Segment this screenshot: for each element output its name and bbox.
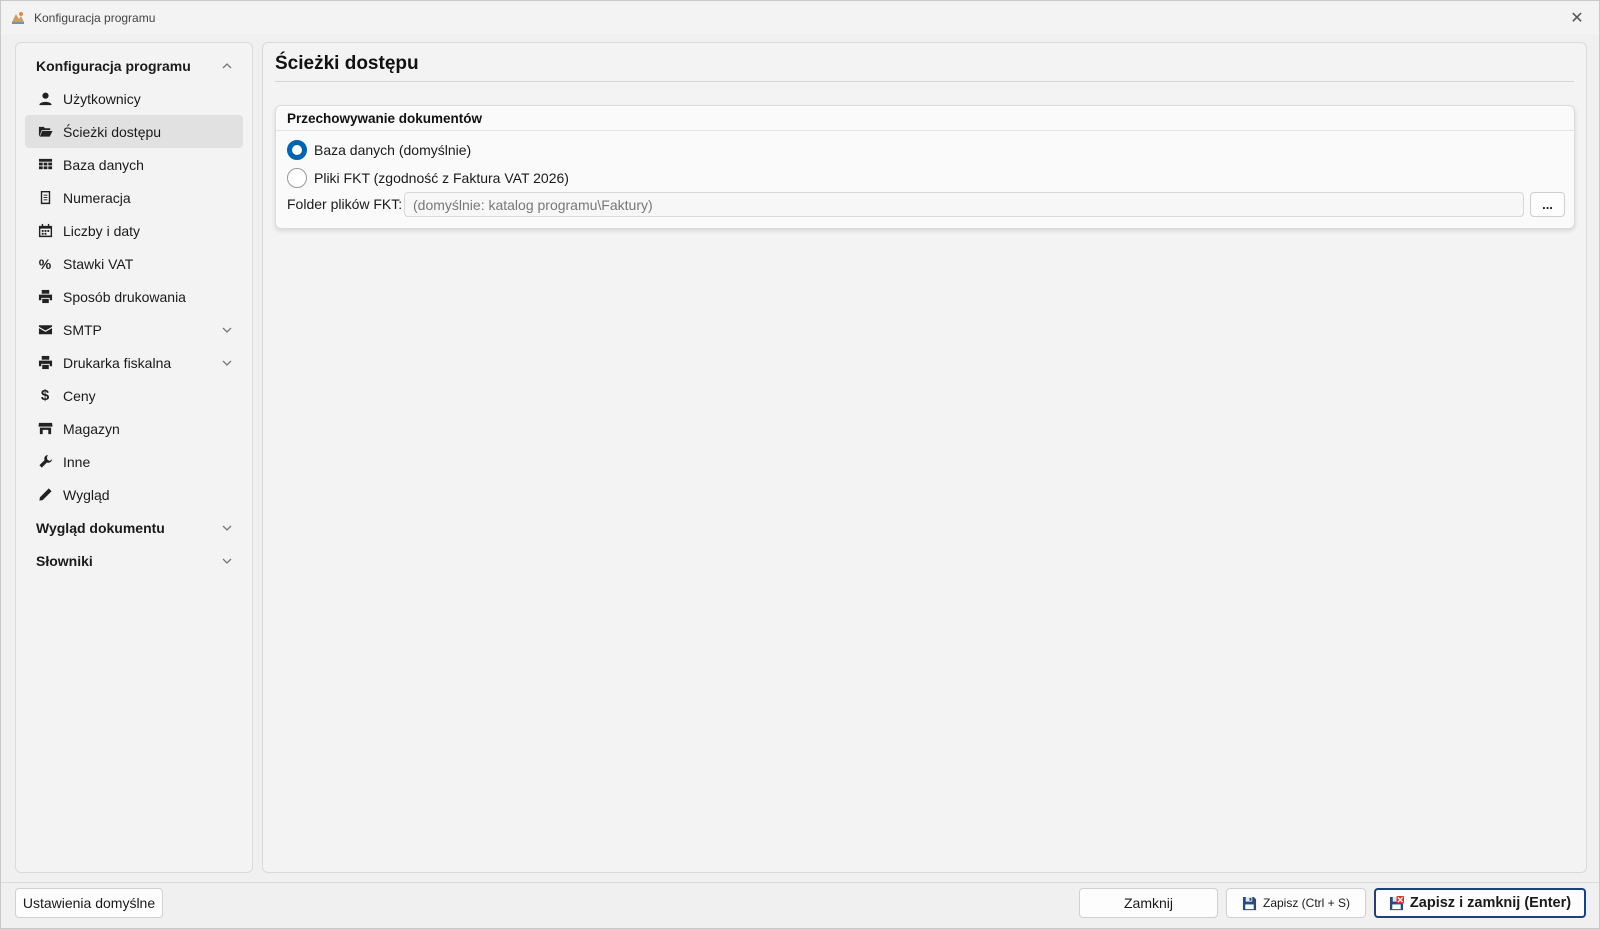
browse-button[interactable]: ... [1530,192,1565,217]
folder-open-icon [37,124,53,140]
sidebar-item-wyglad[interactable]: Wygląd [25,478,243,511]
sidebar-item-ceny[interactable]: $ Ceny [25,379,243,412]
sidebar-group-label: Konfiguracja programu [36,57,191,74]
save-button-label: Zapisz (Ctrl + S) [1262,896,1350,910]
sidebar-item-label: Inne [63,453,91,470]
save-and-close-label: Zapisz i zamknij (Enter) [1409,895,1572,911]
sidebar-item-label: Baza danych [63,156,144,173]
sidebar-item-numeracja[interactable]: Numeracja [25,181,243,214]
sidebar-item-label: Sposób drukowania [63,288,186,305]
window-title: Konfiguracja programu [34,11,156,25]
sidebar-item-drukarka-fiskalna[interactable]: Drukarka fiskalna [25,346,243,379]
sidebar-item-stawki-vat[interactable]: % Stawki VAT [25,247,243,280]
title-divider [275,81,1574,82]
sidebar-group-label: Słowniki [36,552,93,569]
folder-label: Folder plików FKT: [287,196,403,212]
user-icon [37,91,53,107]
radio-fkt-files[interactable]: Pliki FKT (zgodność z Faktura VAT 2026) [287,167,569,189]
close-button[interactable]: Zamknij [1079,888,1218,918]
sidebar-item-label: Ceny [63,387,96,404]
save-and-close-button[interactable]: Zapisz i zamknij (Enter) [1374,888,1586,918]
sidebar-item-label: Drukarka fiskalna [63,354,172,371]
calendar-icon [37,223,53,239]
sidebar-item-baza-danych[interactable]: Baza danych [25,148,243,181]
sidebar-item-label: Stawki VAT [63,255,134,272]
radio-button[interactable] [287,168,307,188]
save-close-icon [1389,895,1404,911]
sidebar-item-liczby-i-daty[interactable]: Liczby i daty [25,214,243,247]
sidebar-group-label: Wygląd dokumentu [36,519,165,536]
config-window: Konfiguracja programu ✕ Konfiguracja pro… [0,0,1600,929]
sidebar-group-konfiguracja[interactable]: Konfiguracja programu [25,49,243,82]
groupbox-divider [276,130,1574,131]
close-icon[interactable]: ✕ [1565,7,1589,29]
chevron-down-icon[interactable] [221,521,233,533]
chevron-down-icon[interactable] [221,323,233,335]
groupbox-title: Przechowywanie dokumentów [287,111,483,126]
sidebar-item-inne[interactable]: Inne [25,445,243,478]
sidebar-item-label: Ścieżki dostępu [63,123,162,140]
sidebar-item-label: Użytkownicy [63,90,141,107]
sidebar-item-smtp[interactable]: SMTP [25,313,243,346]
app-logo-icon [10,10,26,26]
percent-icon: % [38,255,52,272]
sidebar-group-wyglad-dokumentu[interactable]: Wygląd dokumentu [25,511,243,544]
sidebar-item-sciezki-dostepu[interactable]: Ścieżki dostępu [25,115,243,148]
title-bar: Konfiguracja programu ✕ [1,1,1599,35]
sidebar-item-label: SMTP [63,321,102,338]
radio-label: Pliki FKT (zgodność z Faktura VAT 2026) [314,170,569,186]
floppy-disk-icon [1242,896,1257,911]
sidebar-item-label: Liczby i daty [63,222,141,239]
dollar-icon: $ [40,387,50,404]
sidebar-item-sposob-drukowania[interactable]: Sposób drukowania [25,280,243,313]
page-title: Ścieżki dostępu [275,53,419,74]
sidebar-item-magazyn[interactable]: Magazyn [25,412,243,445]
save-button[interactable]: Zapisz (Ctrl + S) [1226,888,1366,918]
sidebar-item-label: Magazyn [63,420,120,437]
storage-groupbox: Przechowywanie dokumentów Baza danych (d… [275,105,1575,229]
sidebar-item-uzytkownicy[interactable]: Użytkownicy [25,82,243,115]
sidebar-item-label: Wygląd [63,486,110,503]
sidebar-nav: Konfiguracja programu Użytkownicy Ścieżk… [15,42,253,873]
store-icon [37,421,53,437]
radio-button-checked[interactable] [287,140,307,160]
chevron-down-icon[interactable] [221,554,233,566]
table-icon [37,157,53,173]
radio-database[interactable]: Baza danych (domyślnie) [287,139,471,161]
radio-label: Baza danych (domyślnie) [314,142,472,158]
chevron-up-icon[interactable] [221,59,233,71]
folder-path-input[interactable] [404,192,1524,217]
defaults-button[interactable]: Ustawienia domyślne [15,888,163,918]
content-panel: Ścieżki dostępu Przechowywanie dokumentó… [262,42,1587,873]
chevron-down-icon[interactable] [221,356,233,368]
pencil-icon [37,487,53,503]
sidebar-group-slowniki[interactable]: Słowniki [25,544,243,577]
sidebar-item-label: Numeracja [63,189,131,206]
printer-icon [37,355,53,371]
document-icon [37,190,53,206]
envelope-icon [37,322,53,338]
wrench-icon [37,454,53,470]
printer-icon [37,289,53,305]
footer-divider [1,882,1599,883]
